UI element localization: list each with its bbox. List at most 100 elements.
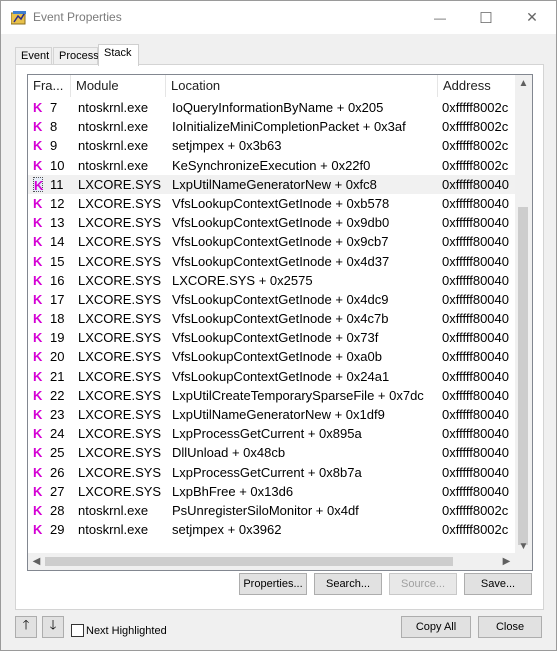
module-cell: LXCORE.SYS [78,407,162,422]
column-location[interactable]: Location [166,75,438,97]
address-cell: 0xfffff80040 [442,330,509,346]
location-cell: VfsLookupContextGetInode + 0xb578 [172,195,390,211]
stack-frame-row[interactable]: K 11 LXCORE.SYS LxpUtilNameGeneratorNew + 0… [28,174,515,194]
kernel-mode-icon: K [33,215,43,231]
minimize-button[interactable]: — [417,1,463,34]
move-down-button[interactable]: 🡓 [42,616,64,638]
stack-frame-row[interactable]: K 16 LXCORE.SYS LXCORE.SYS + 0x2575 0xfffff8… [28,271,515,290]
stack-frame-row[interactable]: K 21 LXCORE.SYS VfsLookupContextGetInode + … [28,367,515,386]
tab-process[interactable]: Process [53,47,99,65]
kernel-mode-icon: K [33,349,43,365]
frame-number: 18 [50,311,65,327]
arrow-down-icon: 🡓 [49,617,57,632]
module-cell: ntoskrnl.exe [78,522,149,538]
save-button[interactable]: Save... [464,573,532,595]
kernel-mode-icon: K [33,138,43,154]
stack-frame-row[interactable]: K 12 LXCORE.SYS VfsLookupContextGetInode + … [28,194,515,213]
vertical-scrollbar[interactable]: ▲ ▼ [515,75,532,555]
address-cell: 0xfffff80040 [442,368,509,384]
vertical-scroll-thumb[interactable] [518,207,528,545]
properties-button[interactable]: Properties... [239,573,307,595]
column-module[interactable]: Module [71,75,166,97]
stack-frame-row[interactable]: K 13 LXCORE.SYS VfsLookupContextGetInode + … [28,213,515,232]
stack-frame-row[interactable]: K 17 LXCORE.SYS VfsLookupContextGetInode + … [28,290,515,309]
close-window-button[interactable]: ✕ [509,1,555,34]
frame-number: 21 [50,368,65,384]
location-cell: DllUnload + 0x48cb [172,445,286,461]
scroll-left-icon[interactable]: ◀ [28,553,45,570]
frame-number: 24 [50,426,65,442]
scroll-right-icon[interactable]: ▶ [498,553,515,570]
horizontal-scrollbar[interactable]: ◀ ▶ [28,553,515,570]
stack-frame-row[interactable]: K 25 LXCORE.SYS DllUnload + 0x48cb 0xfffff80… [28,443,515,462]
location-cell: LxpBhFree + 0x13d6 [172,483,294,499]
kernel-mode-icon: K [33,368,43,384]
stack-frame-row[interactable]: K 10 ntoskrnl.exe KeSynchronizeExecution + … [28,156,515,175]
stack-frame-row[interactable]: K 23 LXCORE.SYS LxpUtilNameGeneratorNew + 0… [28,405,515,424]
stack-frame-row[interactable]: K 14 LXCORE.SYS VfsLookupContextGetInode + … [28,232,515,251]
stack-frame-row[interactable]: K 29 ntoskrnl.exe setjmpex + 0x3962 0xfffff8… [28,520,515,539]
frame-number: 17 [50,291,65,307]
frame-number: 28 [50,502,65,518]
title-bar[interactable]: Event Properties — ☐ ✕ [1,1,556,34]
source-button[interactable]: Source... [389,573,457,595]
address-cell: 0xfffff80040 [442,349,509,365]
tab-stack[interactable]: Stack [98,44,139,66]
column-frame[interactable]: Fra... [28,75,71,97]
kernel-mode-icon: K [33,387,43,403]
module-cell: LXCORE.SYS [78,387,162,403]
address-cell: 0xfffff8002c [442,502,509,518]
stack-frame-row[interactable]: K 20 LXCORE.SYS VfsLookupContextGetInode + … [28,347,515,366]
module-cell: ntoskrnl.exe [78,502,149,518]
frame-number: 13 [50,215,65,231]
stack-list[interactable]: Fra... Module Location Address K 7 ntoskrn… [27,74,533,571]
window-title: Event Properties [33,10,122,24]
stack-frame-row[interactable]: K 7 ntoskrnl.exe IoQueryInformationByName +… [28,98,515,117]
stack-frame-row[interactable]: K 24 LXCORE.SYS LxpProcessGetCurrent + 0x89… [28,424,515,443]
module-cell: LXCORE.SYS [78,464,162,480]
maximize-icon: ☐ [479,9,493,27]
move-up-button[interactable]: 🡑 [15,616,37,638]
scroll-up-icon[interactable]: ▲ [515,75,532,92]
frame-number: 7 [50,100,58,115]
next-highlighted-checkbox[interactable] [71,624,84,637]
stack-frame-row[interactable]: K 8 ntoskrnl.exe IoInitializeMiniCompletion… [28,117,515,136]
scroll-corner [515,553,532,570]
close-button[interactable]: Close [478,616,542,638]
stack-frame-row[interactable]: K 18 LXCORE.SYS VfsLookupContextGetInode + … [28,309,515,328]
kernel-mode-icon: K [33,464,43,480]
kernel-mode-icon: K [33,311,43,327]
frame-number: 25 [50,445,65,461]
kernel-mode-icon: K [33,330,43,346]
address-cell: 0xfffff8002c [442,522,509,538]
next-highlighted-label[interactable]: Next Highlighted [86,625,167,637]
kernel-mode-icon: K [33,176,44,193]
tab-event[interactable]: Event [15,47,52,65]
kernel-mode-icon: K [33,253,43,269]
search-button[interactable]: Search... [314,573,382,595]
column-address[interactable]: Address [438,75,515,97]
location-cell: LxpUtilNameGeneratorNew + 0x1df9 [172,407,385,422]
frame-number: 8 [50,119,58,135]
horizontal-scroll-thumb[interactable] [45,557,453,566]
location-cell: LxpUtilCreateTemporarySparseFile + 0x7dc [172,387,424,403]
kernel-mode-icon: K [33,119,43,135]
stack-frame-row[interactable]: K 27 LXCORE.SYS LxpBhFree + 0x13d6 0xfffff80… [28,482,515,501]
stack-frame-row[interactable]: K 22 LXCORE.SYS LxpUtilCreateTemporarySpars… [28,386,515,405]
module-cell: ntoskrnl.exe [78,119,149,135]
stack-frame-row[interactable]: K 19 LXCORE.SYS VfsLookupContextGetInode + … [28,328,515,347]
stack-frame-row[interactable]: K 28 ntoskrnl.exe PsUnregisterSiloMonitor +… [28,501,515,520]
frame-number: 11 [50,176,64,192]
location-cell: IoQueryInformationByName + 0x205 [172,100,384,115]
stack-frame-row[interactable]: K 9 ntoskrnl.exe setjmpex + 0x3b63 0xfffff80… [28,136,515,155]
maximize-button[interactable]: ☐ [463,1,509,34]
module-cell: LXCORE.SYS [78,426,162,442]
stack-frame-row[interactable]: K 26 LXCORE.SYS LxpProcessGetCurrent + 0x8b… [28,463,515,482]
copy-all-button[interactable]: Copy All [401,616,471,638]
address-cell: 0xfffff8002c [442,138,509,154]
module-cell: LXCORE.SYS [78,291,162,307]
frame-number: 20 [50,349,65,365]
module-cell: LXCORE.SYS [78,330,162,346]
stack-frame-row[interactable]: K 15 LXCORE.SYS VfsLookupContextGetInode + … [28,252,515,271]
module-cell: LXCORE.SYS [78,311,162,327]
